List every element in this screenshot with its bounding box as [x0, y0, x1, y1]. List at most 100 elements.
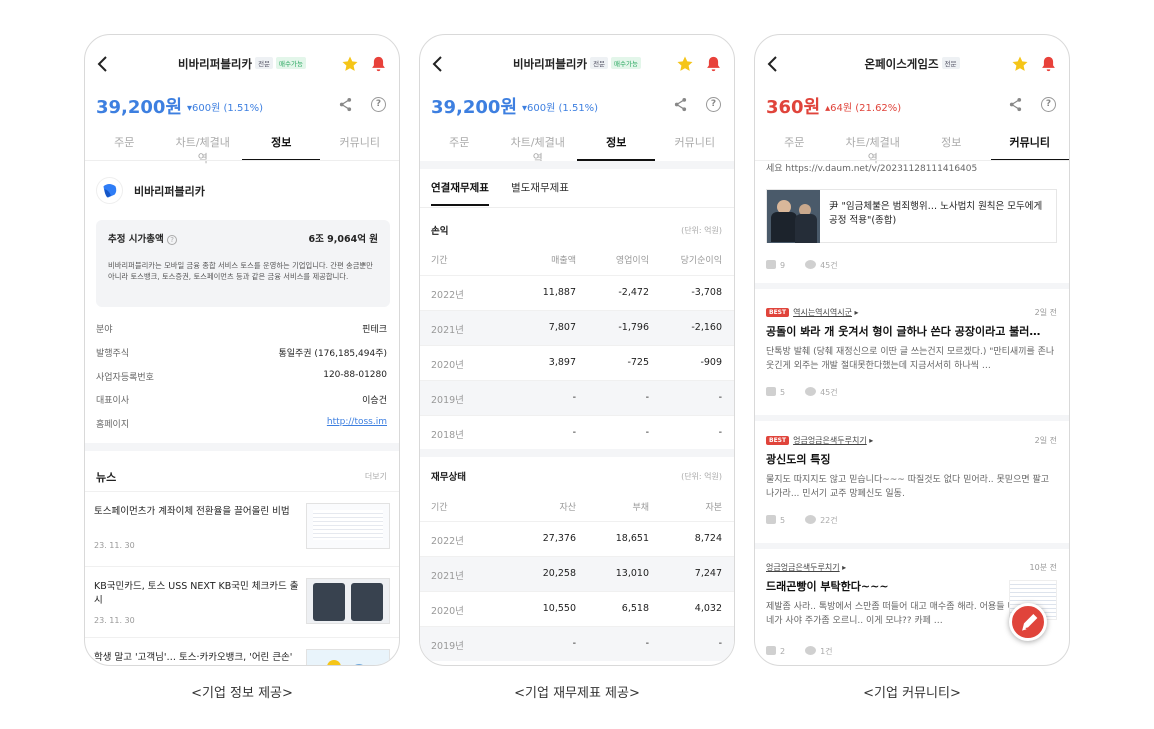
tab-info[interactable]: 정보: [912, 125, 990, 161]
price-display: 39,200원 ▾600원 (1.51%): [96, 93, 263, 119]
comment-icon[interactable]: [805, 387, 817, 396]
badge-pro: 전문: [255, 57, 274, 69]
write-post-button[interactable]: [1009, 603, 1047, 641]
table-row: 2019년 - - -: [420, 380, 734, 415]
market-cap-value: 6조 9,064억 원: [308, 234, 379, 245]
income-title: 손익: [431, 226, 449, 237]
community-post[interactable]: BEST 역시는역시역시군 ▸ 2일 전 공돌이 봐라 개 웃겨서 형이 글하나 …: [755, 307, 1069, 427]
post-time: 10분 전: [1029, 563, 1057, 572]
table-row: 2021년 20,258 13,010 7,247: [420, 556, 734, 591]
badge-buyable: 매수가능: [276, 57, 306, 69]
tab-order[interactable]: 주문: [755, 125, 833, 161]
like-icon[interactable]: [766, 387, 776, 396]
tab-info[interactable]: 정보: [577, 125, 656, 161]
info-icon[interactable]: ?: [167, 235, 178, 245]
table-row: 2020년 3,897 -725 -909: [420, 345, 734, 380]
star-icon[interactable]: [341, 55, 359, 73]
share-icon[interactable]: [673, 97, 688, 112]
help-icon[interactable]: ?: [371, 97, 386, 112]
section-divider: [755, 415, 1069, 421]
table-row: 2018년 - - -: [420, 415, 734, 450]
comment-icon[interactable]: [805, 260, 817, 269]
section-divider: [755, 283, 1069, 289]
balance-unit: (단위: 억원): [681, 472, 722, 481]
tab-community[interactable]: 커뮤니티: [656, 125, 734, 161]
tab-chart[interactable]: 차트/체결내역: [499, 125, 577, 165]
company-logo: [96, 177, 123, 204]
share-icon[interactable]: [338, 97, 353, 112]
price-display: 360원 ▴64원 (21.62%): [766, 93, 901, 119]
help-icon[interactable]: ?: [706, 97, 721, 112]
section-divider: [85, 443, 399, 451]
news-thumbnail: [306, 578, 390, 624]
tab-chart[interactable]: 차트/체결내역: [834, 125, 912, 165]
comment-icon[interactable]: [805, 515, 817, 524]
section-divider: [420, 161, 734, 169]
post-body: 물지도 따지지도 않고 믿습니다~~~ 따질것도 없다 믿어라.. 못믿으면 팔…: [766, 475, 1050, 499]
post-time: 2일 전: [1034, 436, 1057, 445]
table-header: 기간 자산 부채 자본: [431, 503, 722, 513]
star-icon[interactable]: [1011, 55, 1029, 73]
like-icon[interactable]: [766, 515, 776, 524]
sub-tabs: 연결재무제표 별도재무제표: [420, 172, 734, 208]
main-tabs: 주문 차트/체결내역 정보 커뮤니티: [85, 125, 399, 165]
link-preview-title: 尹 "임금체불은 범죄행위… 노사법치 원칙은 모두에게 공정 적용"(종합): [829, 201, 1043, 226]
like-icon[interactable]: [766, 260, 776, 269]
community-post[interactable]: BEST 엉금엉금은색두루치기 ▸ 2일 전 광신도의 특징 물지도 따지지도 않…: [755, 435, 1069, 555]
table-row: 2020년 10,550 6,518 4,032: [420, 591, 734, 626]
price-change: ▴64원 (21.62%): [825, 102, 902, 114]
tab-separate[interactable]: 별도재무제표: [511, 180, 569, 195]
share-icon[interactable]: [1008, 97, 1023, 112]
market-cap-label: 추정 시가총액 ?: [108, 231, 178, 245]
table-row: 2019년 - - -: [420, 626, 734, 661]
news-header: 뉴스: [96, 471, 117, 484]
section-divider: [755, 543, 1069, 549]
news-item[interactable]: 학생 말고 '고객님'… 토스·카카오뱅크, '어린 큰손' 모시기 혈전: [85, 637, 399, 665]
post-actions: 9 45건: [766, 260, 838, 271]
help-icon[interactable]: ?: [1041, 97, 1056, 112]
post-body: 단톡방 발췌 (당췌 재정신으로 이딴 글 쓰는건지 모르겠다.) "만티새끼를…: [766, 347, 1055, 371]
comment-icon[interactable]: [805, 646, 817, 655]
tab-chart[interactable]: 차트/체결내역: [164, 125, 242, 165]
news-item[interactable]: KB국민카드, 토스 USS NEXT KB국민 체크카드 출시 23. 11.…: [85, 566, 399, 631]
bell-icon[interactable]: [370, 55, 387, 73]
like-icon[interactable]: [766, 646, 776, 655]
detail-row: 홈페이지 http://toss.im: [96, 417, 387, 430]
tab-community[interactable]: 커뮤니티: [990, 125, 1069, 161]
balance-title: 재무상태: [431, 472, 466, 483]
bell-icon[interactable]: [705, 55, 722, 73]
income-unit: (단위: 억원): [681, 226, 722, 235]
tab-info[interactable]: 정보: [242, 125, 321, 161]
detail-row: 사업자등록번호 120-88-01280: [96, 370, 387, 383]
tab-consolidated[interactable]: 연결재무제표: [431, 180, 489, 206]
news-item[interactable]: 토스페이먼츠가 계좌이체 전환율을 끌어올린 비법 23. 11. 30: [85, 491, 399, 556]
news-more-link[interactable]: 더보기: [365, 471, 387, 482]
bell-icon[interactable]: [1040, 55, 1057, 73]
post-author: 역시는역시역시군: [793, 308, 852, 317]
tab-community[interactable]: 커뮤니티: [321, 125, 399, 161]
phone-screen-company-info: 비바리퍼블리카 전문 매수가능 39,200원 ▾600원 (1.51%) ? 주문 …: [84, 34, 400, 666]
main-tabs: 주문 차트/체결내역 정보 커뮤니티: [755, 125, 1069, 165]
price-display: 39,200원 ▾600원 (1.51%): [431, 93, 598, 119]
star-icon[interactable]: [676, 55, 694, 73]
post-author: 엉금엉금은색두루치기: [766, 563, 840, 572]
post-actions: 2 1건: [766, 646, 833, 657]
tab-order[interactable]: 주문: [420, 125, 498, 161]
best-badge: BEST: [766, 308, 790, 317]
post-author: 엉금엉금은색두루치기: [793, 436, 867, 445]
tab-order[interactable]: 주문: [85, 125, 163, 161]
table-header: 기간 매출액 영업이익 당기순이익: [431, 256, 722, 266]
detail-row: 분야 핀테크: [96, 325, 387, 335]
main-tabs: 주문 차트/체결내역 정보 커뮤니티: [420, 125, 734, 165]
link-preview-card[interactable]: 尹 "임금체불은 범죄행위… 노사법치 원칙은 모두에게 공정 적용"(종합): [766, 189, 1057, 243]
post-body: 제발좀 사라.. 톡방에서 스만좀 떠들어 대고 매수좀 해라. 어용들 니네가…: [766, 602, 1016, 626]
current-price: 39,200원: [431, 97, 518, 118]
table-row: 2022년 11,887 -2,472 -3,708: [420, 275, 734, 310]
post-actions: 5 22건: [766, 515, 838, 526]
homepage-link[interactable]: http://toss.im: [327, 417, 387, 427]
price-change: ▾600원 (1.51%): [187, 102, 264, 114]
post-actions: 5 45건: [766, 387, 838, 398]
section-divider: [420, 449, 734, 457]
top-bar: 온페이스게임즈 전문: [755, 51, 1069, 79]
badge-pro: 전문: [590, 57, 609, 69]
